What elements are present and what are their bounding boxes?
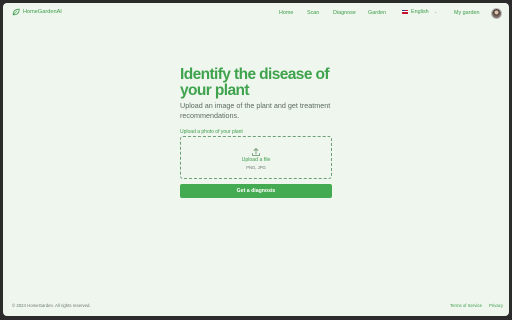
copyright-text: © 2024 HomeGarden. All rights reserved. <box>12 303 91 308</box>
get-diagnosis-button[interactable]: Get a diagnosis <box>180 184 332 198</box>
privacy-link[interactable]: Privacy <box>489 303 503 308</box>
upload-file-link[interactable]: Upload a file <box>181 157 331 163</box>
flag-icon <box>402 10 408 14</box>
app-window: HomeGardenAI Home Scan Diagnose Garden E… <box>3 3 509 316</box>
language-selector[interactable]: English ⌄ <box>402 9 437 15</box>
page-subtitle: Upload an image of the plant and get tre… <box>180 101 331 120</box>
nav-home[interactable]: Home <box>279 10 293 16</box>
nav-diagnose[interactable]: Diagnose <box>333 10 356 16</box>
nav-garden[interactable]: Garden <box>368 10 386 16</box>
terms-link[interactable]: Terms of Service <box>450 303 482 308</box>
top-navigation: HomeGardenAI Home Scan Diagnose Garden E… <box>3 3 509 25</box>
nav-scan[interactable]: Scan <box>307 10 319 16</box>
avatar[interactable] <box>491 8 502 19</box>
upload-label: Upload a photo of your plant <box>180 129 243 135</box>
chevron-down-icon: ⌄ <box>433 9 438 14</box>
nav-my-garden[interactable]: My garden <box>454 10 479 16</box>
brand-logo[interactable]: HomeGardenAI <box>12 8 62 16</box>
brand-name: HomeGardenAI <box>23 9 62 15</box>
leaf-icon <box>12 8 20 16</box>
language-label: English <box>411 9 429 15</box>
page-title: Identify the disease of your plant <box>180 66 330 99</box>
file-dropzone[interactable]: Upload a file PNG, JPG <box>180 136 332 179</box>
file-type-hint: PNG, JPG <box>246 165 266 170</box>
